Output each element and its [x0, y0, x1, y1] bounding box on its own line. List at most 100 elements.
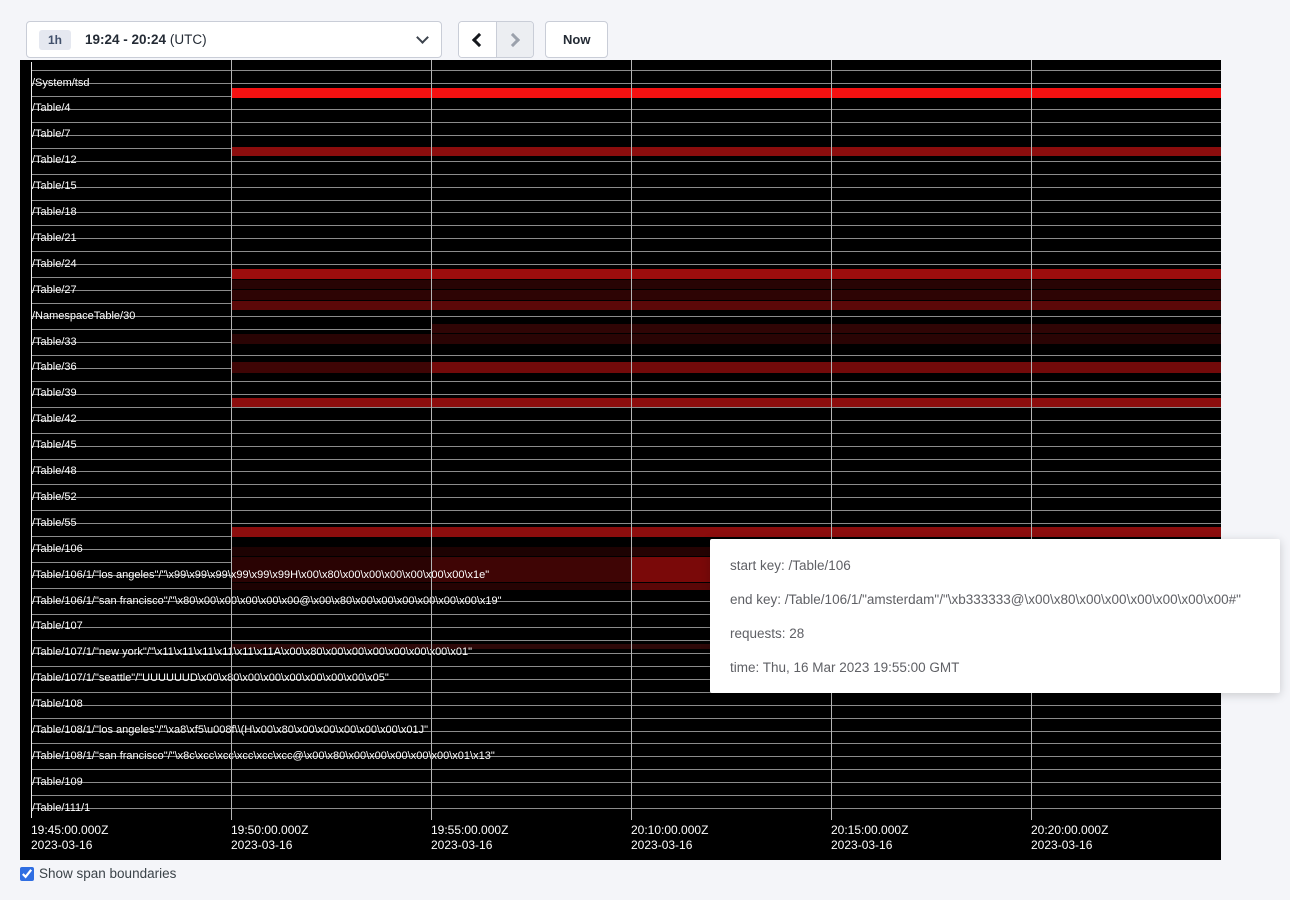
key-span-band[interactable] — [231, 269, 1221, 279]
time-gridline — [831, 60, 832, 820]
span-boundary-line — [31, 808, 1221, 809]
time-nav-group — [458, 21, 534, 58]
span-boundary-line — [31, 70, 1221, 71]
x-tick-time: 19:45:00.000Z — [31, 823, 108, 838]
span-boundary-line — [31, 459, 1221, 460]
span-boundary-line — [31, 200, 1221, 201]
chevron-left-icon — [472, 32, 486, 46]
row-label: /Table/21 — [32, 232, 77, 245]
x-tick-date: 2023-03-16 — [1031, 838, 1108, 853]
row-label: /Table/52 — [32, 491, 77, 504]
key-span-band[interactable] — [231, 334, 1221, 344]
x-tick-time: 20:15:00.000Z — [831, 823, 908, 838]
row-label: /Table/107/1/"new york"/"\x11\x11\x11\x1… — [32, 646, 472, 659]
prev-range-button[interactable] — [459, 22, 496, 57]
x-tick-date: 2023-03-16 — [631, 838, 708, 853]
row-label: /Table/107 — [32, 620, 83, 633]
footer-controls: Show span boundaries — [20, 866, 176, 881]
row-label: /Table/106 — [32, 543, 83, 556]
span-boundary-line — [31, 122, 1221, 123]
span-boundary-line — [31, 161, 1221, 162]
row-label: /Table/33 — [32, 336, 77, 349]
time-gridline — [431, 60, 432, 820]
key-visualizer-page: 1h 19:24 - 20:24 (UTC) Now /System/tsd/T… — [0, 0, 1290, 900]
span-boundary-line — [31, 355, 1221, 356]
x-axis-tick: 19:50:00.000Z2023-03-16 — [231, 823, 308, 853]
row-label: /Table/18 — [32, 206, 77, 219]
span-boundary-line — [31, 251, 1221, 252]
row-label: /Table/55 — [32, 517, 77, 530]
span-boundary-line — [31, 497, 1221, 498]
x-tick-time: 19:50:00.000Z — [231, 823, 308, 838]
x-tick-date: 2023-03-16 — [231, 838, 308, 853]
x-tick-date: 2023-03-16 — [831, 838, 908, 853]
span-boundary-line — [31, 187, 1221, 188]
time-gridline — [1031, 60, 1032, 820]
span-boundary-line — [31, 83, 1221, 84]
span-boundary-line — [31, 394, 1221, 395]
span-boundaries-checkbox[interactable] — [20, 867, 34, 881]
key-span-band[interactable] — [231, 280, 1221, 289]
key-span-band[interactable] — [231, 290, 1221, 300]
key-span-band[interactable] — [231, 583, 431, 590]
key-span-band[interactable] — [231, 147, 1221, 156]
span-boundary-line — [31, 225, 1221, 226]
row-label: /Table/36 — [32, 361, 77, 374]
x-axis-tick: 19:45:00.000Z2023-03-16 — [31, 823, 108, 853]
span-boundary-line — [31, 769, 1221, 770]
span-boundary-line — [31, 484, 1221, 485]
span-boundary-line — [31, 135, 1221, 136]
row-label: /Table/39 — [32, 387, 77, 400]
span-boundary-line — [31, 264, 1221, 265]
x-axis-tick: 20:15:00.000Z2023-03-16 — [831, 823, 908, 853]
span-boundary-line — [31, 381, 1221, 382]
row-label: /Table/109 — [32, 776, 83, 789]
time-gridline — [231, 60, 232, 820]
keyvis-canvas[interactable]: /System/tsd/Table/4/Table/7/Table/12/Tab… — [20, 60, 1221, 860]
x-axis-tick: 19:55:00.000Z2023-03-16 — [431, 823, 508, 853]
key-span-band[interactable] — [231, 301, 1221, 310]
span-boundaries-label: Show span boundaries — [39, 866, 176, 881]
key-span-band[interactable] — [231, 362, 431, 373]
row-label: /Table/108/1/"los angeles"/"\xa8\xf5\u00… — [32, 724, 428, 737]
toolbar: 1h 19:24 - 20:24 (UTC) Now — [0, 0, 1290, 60]
row-label: /Table/42 — [32, 413, 77, 426]
row-label: /Table/48 — [32, 465, 77, 478]
next-range-button[interactable] — [496, 22, 533, 57]
time-range-selector[interactable]: 1h 19:24 - 20:24 (UTC) — [26, 21, 442, 58]
row-label: /Table/15 — [32, 180, 77, 193]
span-boundary-line — [31, 718, 1221, 719]
span-tooltip: start key: /Table/106end key: /Table/106… — [710, 539, 1280, 693]
key-span-band[interactable] — [231, 88, 1221, 98]
row-label: /Table/45 — [32, 439, 77, 452]
span-boundary-line — [31, 446, 1221, 447]
span-boundary-line — [31, 420, 1221, 421]
span-boundary-line — [31, 743, 1221, 744]
span-boundary-line — [31, 705, 1221, 706]
now-button[interactable]: Now — [545, 21, 608, 58]
span-boundary-line — [31, 109, 1221, 110]
x-axis-tick: 20:10:00.000Z2023-03-16 — [631, 823, 708, 853]
range-label: 19:24 - 20:24 (UTC) — [85, 32, 207, 47]
key-span-band[interactable] — [431, 324, 1221, 333]
key-span-band[interactable] — [231, 527, 1221, 537]
x-tick-time: 19:55:00.000Z — [431, 823, 508, 838]
row-label: /Table/4 — [32, 102, 71, 115]
key-span-band[interactable] — [431, 583, 631, 590]
row-label: /NamespaceTable/30 — [32, 310, 135, 323]
span-boundary-line — [31, 795, 1221, 796]
tooltip-line: start key: /Table/106 — [730, 549, 1280, 583]
row-label: /Table/27 — [32, 284, 77, 297]
row-label: /Table/106/1/"los angeles"/"\x99\x99\x99… — [32, 569, 489, 582]
chevron-right-icon — [506, 32, 520, 46]
row-label: /Table/111/1 — [32, 802, 90, 815]
span-boundary-line — [31, 523, 1221, 524]
row-label: /Table/107/1/"seattle"/"UUUUUUD\x00\x80\… — [32, 672, 389, 685]
row-label: /Table/108/1/"san francisco"/"\x8c\xcc\x… — [32, 750, 495, 763]
span-boundary-line — [31, 238, 1221, 239]
key-span-band[interactable] — [231, 398, 1221, 407]
key-span-band[interactable] — [431, 362, 1221, 373]
tooltip-line: end key: /Table/106/1/"amsterdam"/"\xb33… — [730, 583, 1280, 617]
span-boundary-line — [31, 433, 1221, 434]
span-boundary-line — [31, 510, 1221, 511]
